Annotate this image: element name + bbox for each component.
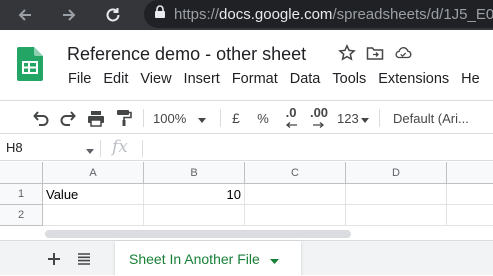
increase-decimal-label: .00 (309, 105, 329, 120)
cell-e1[interactable] (447, 184, 493, 205)
menu-extensions[interactable]: Extensions (372, 71, 455, 87)
cell-c2[interactable] (245, 205, 346, 226)
document-title[interactable]: Reference demo - other sheet (67, 44, 306, 65)
paint-format-icon[interactable] (114, 108, 134, 128)
redo-icon[interactable] (58, 108, 78, 128)
more-formats-label: 123 (337, 110, 359, 126)
cell-a2[interactable] (43, 205, 144, 226)
decrease-decimal-label: .0 (285, 105, 297, 120)
browser-toolbar: https://docs.google.com/spreadsheets/d/1… (0, 0, 493, 30)
menu-help[interactable]: He (455, 71, 486, 87)
currency-format-button[interactable]: £ (228, 108, 244, 128)
cell-c1[interactable] (245, 184, 346, 205)
move-to-folder-icon[interactable] (366, 44, 384, 62)
column-header-e[interactable] (447, 162, 493, 184)
menu-edit[interactable]: Edit (97, 71, 134, 87)
reload-icon[interactable] (98, 0, 128, 30)
row-header-1[interactable]: 1 (0, 184, 43, 205)
google-sheets-icon[interactable] (17, 47, 43, 81)
cell-b1[interactable]: 10 (144, 184, 245, 205)
cloud-status-icon[interactable] (394, 44, 412, 62)
url-scheme: https:// (174, 5, 220, 23)
zoom-select[interactable]: 100% (153, 108, 211, 128)
column-header-a[interactable]: A (43, 162, 144, 184)
menu-tools[interactable]: Tools (326, 71, 372, 87)
docs-header: Reference demo - other sheet File Edit V… (0, 30, 493, 100)
url-path: /spreadsheets/d/1J5_E0G (332, 5, 493, 23)
chevron-down-icon (198, 111, 207, 126)
menu-view[interactable]: View (134, 71, 177, 87)
percent-format-button[interactable]: % (255, 108, 271, 128)
forward-icon[interactable] (54, 0, 84, 30)
back-icon[interactable] (10, 0, 40, 30)
chevron-down-icon[interactable] (269, 251, 279, 267)
formula-input[interactable] (148, 140, 488, 157)
decrease-decimal-button[interactable]: .0 (281, 105, 301, 129)
all-sheets-menu-icon[interactable] (75, 250, 93, 268)
menu-insert[interactable]: Insert (178, 71, 226, 87)
cell-e2[interactable] (447, 205, 493, 226)
star-icon[interactable] (338, 44, 356, 62)
formula-bar: H8 fx (0, 136, 493, 161)
sheet-tab-active[interactable]: Sheet In Another File (115, 241, 301, 276)
menu-bar: File Edit View Insert Format Data Tools … (62, 71, 486, 87)
url-host: docs.google.com (219, 5, 333, 23)
print-icon[interactable] (86, 108, 106, 128)
arrow-left-icon (285, 118, 297, 129)
toolbar: 100% £ % .0 .00 123 Default (Ari... (0, 100, 493, 134)
cell-d2[interactable] (346, 205, 447, 226)
url-text: https://docs.google.com/spreadsheets/d/1… (174, 6, 493, 23)
address-bar[interactable]: https://docs.google.com/spreadsheets/d/1… (144, 0, 493, 28)
cell-d1[interactable] (346, 184, 447, 205)
zoom-value: 100% (153, 110, 187, 126)
more-formats-select[interactable]: 123 (337, 108, 371, 128)
chevron-down-icon[interactable] (86, 141, 94, 159)
menu-format[interactable]: Format (226, 71, 284, 87)
menu-file[interactable]: File (62, 71, 97, 87)
increase-decimal-button[interactable]: .00 (308, 105, 330, 129)
fx-icon: fx (112, 137, 128, 157)
cell-b2[interactable] (144, 205, 245, 226)
menu-data[interactable]: Data (284, 71, 327, 87)
column-header-d[interactable]: D (346, 162, 447, 184)
add-sheet-icon[interactable] (45, 250, 63, 268)
arrow-right-icon (313, 118, 325, 129)
select-all-corner[interactable] (0, 162, 43, 184)
column-header-c[interactable]: C (245, 162, 346, 184)
column-header-b[interactable]: B (144, 162, 245, 184)
name-box[interactable]: H8 (6, 140, 23, 155)
chevron-down-icon (360, 111, 369, 126)
cell-a1[interactable]: Value (43, 184, 144, 205)
font-family-select[interactable]: Default (Ari... (393, 108, 493, 128)
horizontal-scrollbar-thumb[interactable] (45, 230, 351, 238)
row-header-2[interactable]: 2 (0, 205, 43, 226)
undo-icon[interactable] (31, 108, 51, 128)
sheet-tab-bar: Sheet In Another File (0, 240, 493, 276)
sheet-tab-label: Sheet In Another File (129, 250, 260, 267)
spreadsheet-grid: A B C D 1 Value 10 2 (0, 162, 493, 228)
lock-icon (154, 4, 166, 24)
